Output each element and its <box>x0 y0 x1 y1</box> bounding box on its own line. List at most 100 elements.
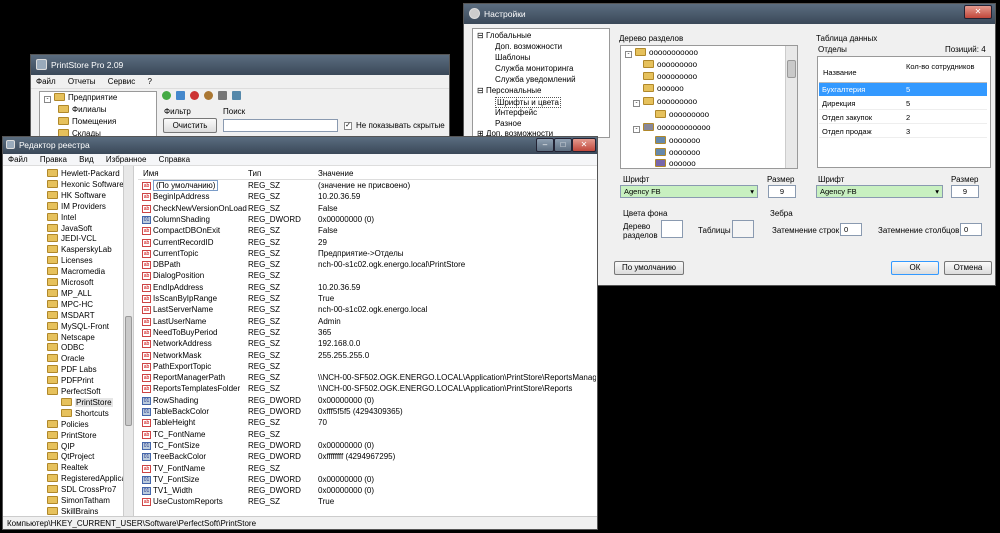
clear-button[interactable]: Очистить <box>163 118 217 133</box>
registry-value-row[interactable]: ab CurrentRecordID REG_SZ 29 <box>138 238 596 249</box>
delete-icon[interactable] <box>190 91 199 100</box>
registry-value-row[interactable]: ab DBPath REG_SZ nch-00-s1c02.ogk.energo.lo… <box>138 260 596 271</box>
key-tree-item[interactable]: Shortcuts <box>61 408 109 420</box>
collapse-icon[interactable]: - <box>44 96 51 103</box>
hide-hidden-checkbox[interactable]: ✓ <box>344 122 352 130</box>
printstore-menu-reports[interactable]: Отчеты <box>63 75 101 88</box>
col-shading-spinner[interactable]: 0 <box>960 223 982 236</box>
tables-color-swatch[interactable] <box>732 220 754 238</box>
add-icon[interactable] <box>162 91 171 100</box>
settings-nav-item[interactable]: ⊟ Глобальные <box>477 31 531 42</box>
print-icon[interactable] <box>232 91 241 100</box>
printstore-menu-service[interactable]: Сервис <box>103 75 140 88</box>
key-tree-item[interactable]: IM Providers <box>47 201 106 213</box>
key-tree-item[interactable]: MSDART <box>47 310 95 322</box>
size-spinner-left[interactable]: 9 <box>768 185 796 198</box>
table-row[interactable]: Отдел продаж 3 <box>819 125 987 138</box>
settings-nav-item[interactable]: Служба уведомлений <box>495 75 576 86</box>
header-count[interactable]: Кол-во сотрудников <box>906 62 986 71</box>
registry-values-list[interactable]: Имя Тип Значение ab (По умолчанию) REG_SZ(… <box>138 166 596 517</box>
font-select-right[interactable]: Agency FB ▾ <box>816 185 943 198</box>
ok-button[interactable]: ОК <box>891 261 939 275</box>
registry-value-row[interactable]: ab NetworkAddress REG_SZ 192.168.0.0 <box>138 339 596 350</box>
search-input[interactable] <box>223 119 338 132</box>
close-button[interactable]: ✕ <box>964 5 992 19</box>
printstore-menu-file[interactable]: Файл <box>31 75 61 88</box>
scroll-thumb[interactable] <box>125 316 132 426</box>
printstore-menu-help[interactable]: ? <box>142 75 156 88</box>
column-value[interactable]: Значение <box>318 169 353 178</box>
key-tree-item[interactable]: MP_ALL <box>47 288 92 300</box>
registry-value-row[interactable]: 01 TC_FontSize REG_DWORD 0x00000000 (0) <box>138 441 596 452</box>
user-icon[interactable] <box>204 91 213 100</box>
registry-value-row[interactable]: ab LastServerName REG_SZ nch-00-s1c02.ogk.e… <box>138 305 596 316</box>
key-tree-item[interactable]: Oracle <box>47 354 85 365</box>
settings-nav-item[interactable]: Шаблоны <box>495 53 530 64</box>
registry-value-row[interactable]: ab DialogPosition REG_SZ <box>138 271 596 282</box>
registry-value-row[interactable]: ab NeedToBuyPeriod REG_SZ 365 <box>138 328 596 339</box>
regedit-menu-favorites[interactable]: Избранное <box>101 154 152 165</box>
key-tree-item[interactable]: JavaSoft <box>47 223 92 235</box>
key-tree-item[interactable]: PDFPrint <box>47 376 93 387</box>
size-spinner-right[interactable]: 9 <box>951 185 979 198</box>
key-tree-item[interactable]: Netscape <box>47 332 95 344</box>
settings-nav-item[interactable]: Доп. возможности <box>495 42 562 53</box>
departments-table[interactable]: Название Кол-во сотрудников Бухгалтерия … <box>817 56 991 168</box>
printstore-tree-item[interactable]: - Предприятие <box>44 93 117 104</box>
regedit-menu-file[interactable]: Файл <box>3 154 33 165</box>
registry-value-row[interactable]: 01 RowShading REG_DWORD 0x00000000 (0) <box>138 396 596 407</box>
key-tree-item[interactable]: Hexonic Software <box>47 179 124 191</box>
preview-scrollbar[interactable] <box>785 46 797 168</box>
registry-value-row[interactable]: ab TC_FontName REG_SZ <box>138 430 596 441</box>
edit-icon[interactable] <box>218 91 227 100</box>
header-name[interactable]: Название <box>823 68 857 77</box>
printstore-tree-item[interactable]: Помещения <box>58 117 116 128</box>
minimize-button[interactable]: – <box>536 138 554 152</box>
settings-nav-item[interactable]: Интерфейс <box>495 108 537 119</box>
regedit-titlebar[interactable]: Редактор реестра – □ ✕ <box>3 137 597 154</box>
key-tree-item[interactable]: Macromedia <box>47 267 105 278</box>
key-tree-item[interactable]: Microsoft <box>47 278 93 289</box>
registry-value-row[interactable]: ab IsScanByIpRange REG_SZ True <box>138 294 596 305</box>
key-tree-item[interactable]: PrintStore <box>61 397 113 409</box>
settings-nav-tree[interactable]: ⊟ Глобальные Доп. возможности Шаблоны Сл… <box>472 28 610 138</box>
key-tree-item[interactable]: MPC-HC <box>47 299 93 311</box>
scroll-thumb[interactable] <box>787 60 796 78</box>
registry-value-row[interactable]: ab CheckNewVersionOnLoad REG_SZ False <box>138 204 596 215</box>
registry-value-row[interactable]: 01 TV_FontSize REG_DWORD 0x00000000 (0) <box>138 475 596 486</box>
close-button[interactable]: ✕ <box>572 138 596 152</box>
registry-key-tree[interactable]: Hewlett-Packard Hexonic Software HK Softwa… <box>3 166 134 517</box>
registry-value-row[interactable]: ab TV_FontName REG_SZ <box>138 464 596 475</box>
key-tree-item[interactable]: ODBC <box>47 343 84 354</box>
key-tree-item[interactable]: Licenses <box>47 256 93 267</box>
copy-icon[interactable] <box>176 91 185 100</box>
settings-nav-item[interactable]: ⊟ Персональные <box>477 86 541 97</box>
key-tree-item[interactable]: Policies <box>47 419 89 431</box>
key-tree-item[interactable]: RegisteredApplica <box>47 474 126 485</box>
registry-value-row[interactable]: ab ReportsTemplatesFolder REG_SZ \\NCH-00-S… <box>138 384 596 395</box>
table-row[interactable]: Дирекция 5 <box>819 97 987 110</box>
key-tree-item[interactable]: PrintStore <box>47 430 97 442</box>
settings-nav-item[interactable]: Служба мониторинга <box>495 64 573 75</box>
font-select-left[interactable]: Agency FB ▾ <box>620 185 758 198</box>
printstore-tree-item[interactable]: Филиалы <box>58 105 107 116</box>
key-tree-item[interactable]: Intel <box>47 212 76 224</box>
key-tree-item[interactable]: KasperskyLab <box>47 245 112 256</box>
registry-value-row[interactable]: ab ReportManagerPath REG_SZ \\NCH-00-SF502.… <box>138 373 596 384</box>
cancel-button[interactable]: Отмена <box>944 261 992 275</box>
registry-value-row[interactable]: 01 ColumnShading REG_DWORD 0x00000000 (0) <box>138 215 596 226</box>
row-shading-spinner[interactable]: 0 <box>840 223 862 236</box>
registry-value-row[interactable]: ab EndIpAddress REG_SZ 10.20.36.59 <box>138 283 596 294</box>
key-tree-item[interactable]: QIP <box>47 441 75 453</box>
key-tree-item[interactable]: QtProject <box>47 452 94 463</box>
section-tree-preview[interactable]: - ооооооооооо ооооооооо ооооооооо оооооо … <box>620 45 798 169</box>
regedit-menu-help[interactable]: Справка <box>154 154 195 165</box>
registry-value-row[interactable]: ab NetworkMask REG_SZ 255.255.255.0 <box>138 351 596 362</box>
key-tree-item[interactable]: PerfectSoft <box>47 387 101 398</box>
registry-value-row[interactable]: ab CurrentTopic REG_SZ Предприятие->Отделы <box>138 249 596 260</box>
key-tree-item[interactable]: JEDI-VCL <box>47 234 97 245</box>
column-name[interactable]: Имя <box>143 169 159 178</box>
key-tree-item[interactable]: PDF Labs <box>47 365 97 376</box>
registry-value-row[interactable]: 01 TV1_Width REG_DWORD 0x00000000 (0) <box>138 486 596 497</box>
default-button[interactable]: По умолчанию <box>614 261 684 275</box>
